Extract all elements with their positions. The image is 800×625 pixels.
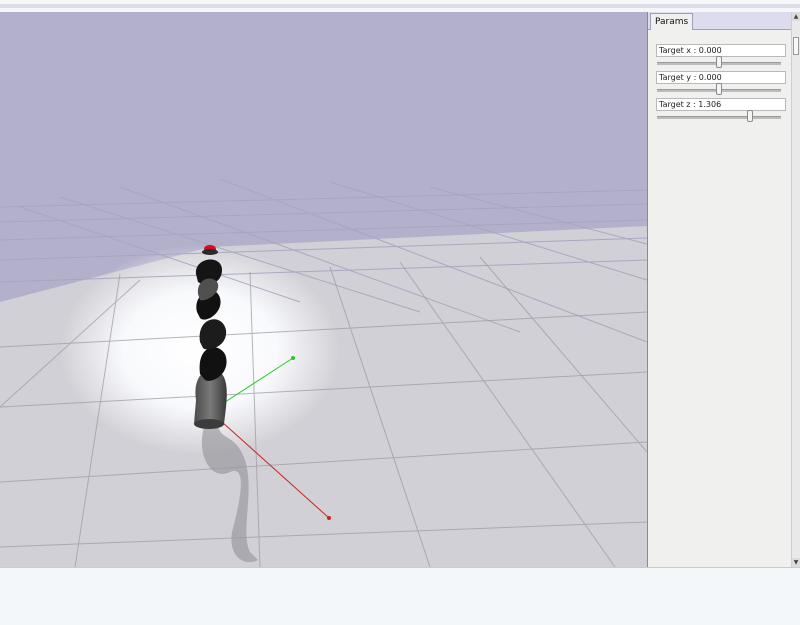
param-target-x: Target x : 0.000 [656,44,786,68]
param-target-y: Target y : 0.000 [656,71,786,95]
param-target-x-slider-handle[interactable] [716,56,722,68]
param-target-z: Target z : 1.306 [656,98,786,122]
scroll-down-arrow-icon[interactable]: ▼ [792,558,800,567]
param-target-z-slider-handle[interactable] [747,110,753,122]
param-target-y-slider-handle[interactable] [716,83,722,95]
3d-viewport[interactable] [0,12,647,567]
param-target-x-label: Target x : 0.000 [656,44,786,57]
x-axis-end-marker [327,516,331,520]
status-area [0,567,800,625]
y-axis-end-marker [291,356,295,360]
window-top-strip [0,0,800,8]
params-panel: Params ▲ ▼ Target x : 0.000 Target y : 0… [647,12,800,567]
tab-params[interactable]: Params [650,13,694,30]
params-tab-bar: Params [648,12,791,30]
param-target-y-label: Target y : 0.000 [656,71,786,84]
scrollbar-thumb[interactable] [793,37,799,55]
scroll-up-arrow-icon[interactable]: ▲ [792,12,800,21]
param-target-z-label: Target z : 1.306 [656,98,786,111]
panel-vertical-scrollbar[interactable]: ▲ ▼ [791,12,800,567]
param-target-z-slider-track[interactable] [657,116,781,119]
